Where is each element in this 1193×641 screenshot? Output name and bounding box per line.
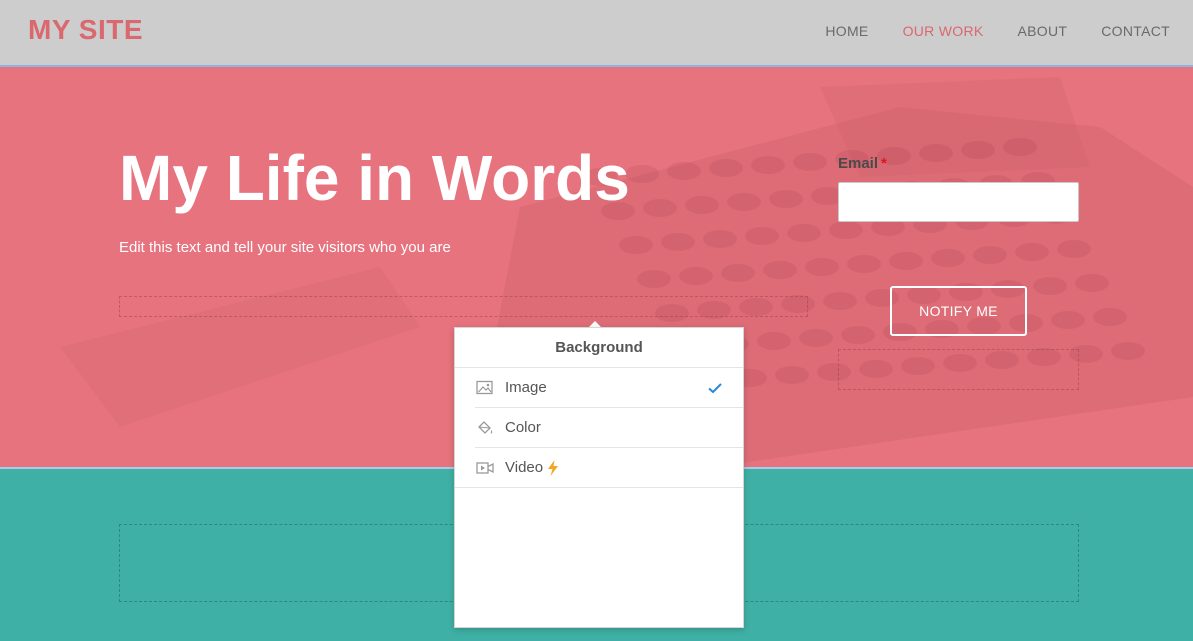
typewriter-key — [1003, 138, 1037, 156]
empty-form-slot[interactable] — [838, 349, 1079, 390]
main-nav: HOME OUR WORK ABOUT CONTACT — [825, 23, 1170, 39]
typewriter-key — [727, 193, 761, 211]
hero-subtitle[interactable]: Edit this text and tell your site visito… — [119, 239, 451, 256]
typewriter-key — [841, 326, 875, 344]
typewriter-key — [775, 366, 809, 384]
typewriter-key — [751, 156, 785, 174]
typewriter-key — [919, 144, 953, 162]
typewriter-key — [1111, 342, 1145, 360]
typewriter-key — [1015, 243, 1049, 261]
required-mark: * — [881, 155, 887, 172]
typewriter-key — [745, 227, 779, 245]
typewriter-key — [667, 162, 701, 180]
typewriter-key — [1093, 308, 1127, 326]
typewriter-key — [769, 190, 803, 208]
typewriter-key — [961, 141, 995, 159]
email-label-text: Email — [838, 155, 879, 172]
notify-me-button[interactable]: NOTIFY ME — [890, 286, 1027, 336]
typewriter-key — [721, 264, 755, 282]
typewriter-key — [625, 165, 659, 183]
typewriter-key — [763, 261, 797, 279]
typewriter-key — [703, 230, 737, 248]
typewriter-key — [823, 292, 857, 310]
typewriter-key — [793, 153, 827, 171]
background-option-image-label: Image — [505, 379, 547, 396]
checkmark-icon — [708, 383, 722, 394]
typewriter-key — [889, 252, 923, 270]
nav-item-our-work[interactable]: OUR WORK — [903, 23, 984, 39]
typewriter-key — [847, 255, 881, 273]
typewriter-key — [829, 221, 863, 239]
empty-content-strip[interactable] — [119, 296, 808, 317]
lightning-icon — [548, 459, 559, 476]
background-option-video[interactable]: Video — [455, 448, 743, 488]
image-icon — [476, 380, 493, 395]
typewriter-key — [1051, 311, 1085, 329]
video-icon — [476, 462, 494, 474]
typewriter-key — [1033, 277, 1067, 295]
nav-item-contact[interactable]: CONTACT — [1101, 23, 1170, 39]
typewriter-key — [637, 270, 671, 288]
paint-bucket-icon — [478, 421, 493, 434]
email-label: Email * — [838, 155, 887, 172]
background-menu: Background Image Color Video — [454, 327, 744, 628]
typewriter-key — [709, 159, 743, 177]
typewriter-key — [1057, 240, 1091, 258]
background-option-image[interactable]: Image — [475, 368, 743, 408]
site-logo[interactable]: MY SITE — [28, 14, 143, 46]
site-header: MY SITE HOME OUR WORK ABOUT CONTACT — [0, 0, 1193, 67]
background-option-color[interactable]: Color — [475, 408, 743, 448]
hero-title[interactable]: My Life in Words — [119, 141, 630, 215]
typewriter-key — [973, 246, 1007, 264]
typewriter-key — [805, 258, 839, 276]
typewriter-key — [685, 196, 719, 214]
typewriter-key — [757, 332, 791, 350]
typewriter-key — [661, 233, 695, 251]
typewriter-key — [619, 236, 653, 254]
background-option-video-label: Video — [505, 459, 544, 476]
email-input[interactable] — [838, 182, 1079, 222]
typewriter-key — [931, 249, 965, 267]
background-option-color-label: Color — [505, 419, 541, 436]
typewriter-key — [643, 199, 677, 217]
background-menu-title: Background — [455, 328, 743, 368]
typewriter-key — [799, 329, 833, 347]
nav-item-home[interactable]: HOME — [825, 23, 868, 39]
typewriter-key — [787, 224, 821, 242]
typewriter-key — [679, 267, 713, 285]
typewriter-key — [1075, 274, 1109, 292]
nav-item-about[interactable]: ABOUT — [1018, 23, 1068, 39]
